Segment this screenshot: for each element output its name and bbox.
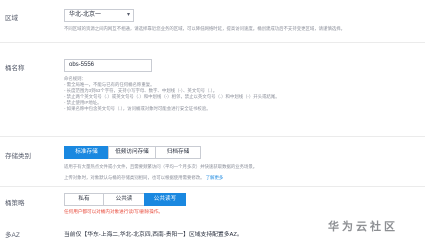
region-label: 区域	[5, 15, 18, 22]
storage-class-hint-2: 上传对象时，对象默认与桶的存储类别相同，也可以根据使用需要修改。 了解更多	[64, 175, 223, 181]
watermark-logo: 华为云社区	[328, 221, 398, 233]
divider	[0, 186, 425, 187]
chevron-down-icon: ▾	[126, 12, 130, 18]
storage-class-hint-text: 上传对象时，对象默认与桶的存储类别相同，也可以根据使用需要修改。	[64, 175, 205, 180]
storage-class-selector: 标准存储 低频访问存储 归档存储	[64, 146, 201, 159]
bucket-name-label: 桶名称	[5, 65, 25, 72]
bucket-policy-selector: 私有 公共读 公共读写	[64, 193, 186, 206]
bucket-policy-label: 桶策略	[5, 200, 25, 207]
naming-rule: - 如果名称中包含英文句号（.），访问桶或对象时可能会进行安全证书校验。	[64, 106, 211, 111]
divider	[0, 136, 425, 137]
storage-class-standard-button[interactable]: 标准存储	[64, 146, 109, 159]
bucket-name-input[interactable]: obs-5556	[64, 59, 152, 72]
region-select-value: 华北-北京一	[69, 12, 101, 18]
naming-rules: 命名规则： - 需全局唯一，不能与已有的任何桶名称重复。 - 长度范围为3到63…	[64, 76, 280, 112]
multi-az-label: 多AZ	[5, 232, 20, 239]
multi-az-text: 当前仅【华东-上海二,华北-北京四,西南-贵阳一】区域支持配置多AZ。	[64, 232, 243, 238]
region-select[interactable]: 华北-北京一 ▾	[64, 9, 134, 22]
storage-class-label: 存储类别	[5, 153, 31, 160]
storage-class-hint: 适用于有大量热点文件或小文件，且需要频繁访问（平均一个月多次）并快速获取数据的业…	[64, 164, 258, 169]
region-hint: 不同区域的资源之间内网互不相通，请选择靠近您业务的区域，可以降低网络时延，提高访…	[64, 26, 346, 31]
learn-more-link[interactable]: 了解更多	[206, 175, 224, 180]
bucket-policy-warning: 任何用户都可以对桶内对象进行读/写/删除操作。	[64, 209, 164, 214]
policy-private-button[interactable]: 私有	[64, 193, 104, 206]
policy-public-read-write-button[interactable]: 公共读写	[144, 193, 186, 206]
divider	[0, 42, 425, 43]
storage-class-infrequent-button[interactable]: 低频访问存储	[108, 146, 156, 159]
storage-class-archive-button[interactable]: 归档存储	[155, 146, 201, 159]
policy-public-read-button[interactable]: 公共读	[103, 193, 145, 206]
